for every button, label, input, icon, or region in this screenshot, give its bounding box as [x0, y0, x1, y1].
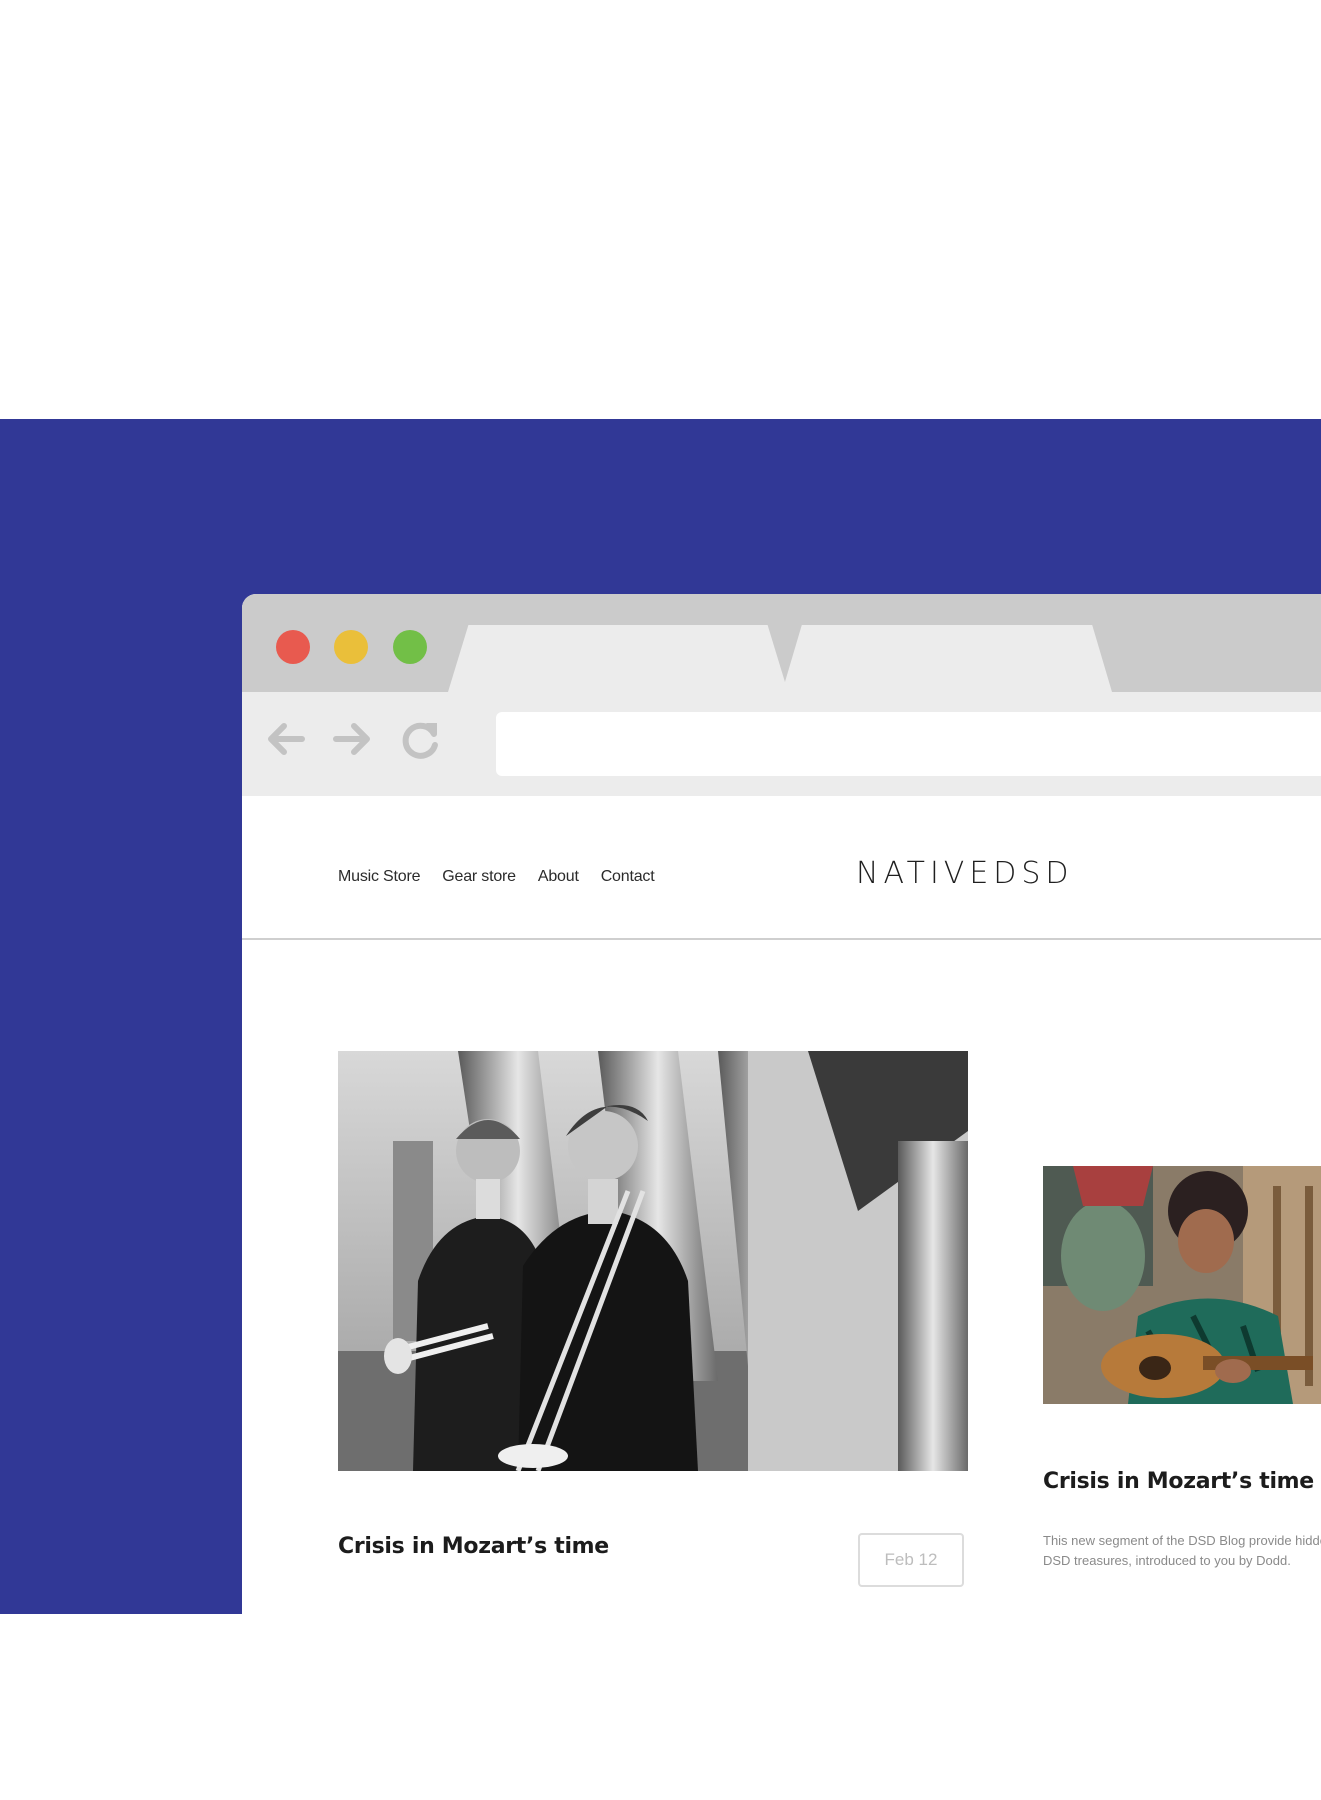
browser-tab-2[interactable]: [782, 625, 1112, 692]
maximize-window-button[interactable]: [393, 630, 427, 664]
side-post-image[interactable]: [1043, 1166, 1321, 1404]
site-logo[interactable]: NATIVEDSD: [856, 856, 1074, 891]
address-bar[interactable]: [496, 712, 1321, 776]
side-post-title[interactable]: Crisis in Mozart’s time: [1043, 1469, 1314, 1494]
site-header: Music Store Gear store About Contact NAT…: [242, 796, 1321, 940]
close-window-button[interactable]: [276, 630, 310, 664]
browser-window: Music Store Gear store About Contact NAT…: [242, 594, 1321, 1800]
hero-post-date-badge: Feb 12: [858, 1533, 964, 1587]
back-arrow-icon[interactable]: [260, 714, 310, 764]
browser-toolbar: [242, 692, 1321, 796]
nav-link-music-store[interactable]: Music Store: [338, 868, 420, 886]
nav-link-contact[interactable]: Contact: [601, 868, 655, 886]
nav-link-gear-store[interactable]: Gear store: [442, 868, 516, 886]
hero-post-title[interactable]: Crisis in Mozart’s time: [338, 1534, 609, 1559]
site-nav: Music Store Gear store About Contact: [338, 868, 655, 886]
reload-icon[interactable]: [396, 714, 446, 764]
nav-link-about[interactable]: About: [538, 868, 579, 886]
forward-arrow-icon[interactable]: [328, 714, 378, 764]
side-post-excerpt: This new segment of the DSD Blog provide…: [1043, 1533, 1321, 1568]
minimize-window-button[interactable]: [334, 630, 368, 664]
hero-post-image[interactable]: [338, 1051, 968, 1471]
browser-titlebar: [242, 594, 1321, 692]
browser-tab-1[interactable]: [448, 625, 788, 692]
